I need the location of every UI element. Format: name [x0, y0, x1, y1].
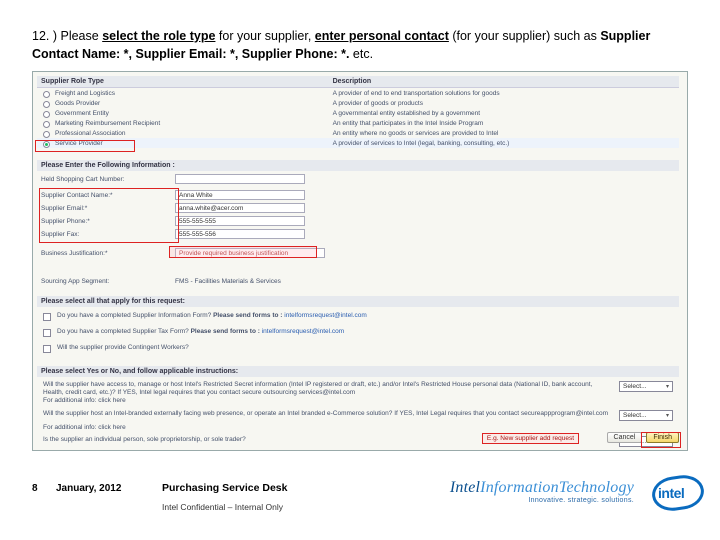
role-row[interactable]: Marketing Reimbursement RecipientAn enti… — [37, 118, 679, 128]
section-enter-info: Please Enter the Following Information : — [37, 160, 679, 171]
finish-button[interactable]: Finish — [646, 432, 679, 443]
slide-footer: 8 January, 2012 Purchasing Service Desk … — [32, 470, 704, 524]
intel-logo-icon: intel — [652, 476, 704, 510]
footer-date: January, 2012 — [56, 483, 121, 494]
held-cart-row: Held Shopping Cart Number: — [41, 174, 305, 184]
check-supplier-tax-form: Do you have a completed Supplier Tax For… — [43, 328, 647, 337]
radio-icon[interactable] — [43, 111, 50, 118]
checkbox-icon[interactable] — [43, 345, 51, 353]
section-select-apply: Please select all that apply for this re… — [37, 296, 679, 307]
radio-icon[interactable] — [43, 121, 50, 128]
check-supplier-info-form: Do you have a completed Supplier Informa… — [43, 312, 647, 321]
finish-bar: E.g. New supplier add request Cancel Fin… — [37, 428, 679, 446]
justification-row: Business Justification:*Provide required… — [41, 248, 325, 258]
supplier-email-field[interactable]: anna.white@acer.com — [175, 203, 305, 213]
role-row[interactable]: Professional AssociationAn entity where … — [37, 128, 679, 138]
col-description: Description — [333, 78, 675, 85]
yesno-r1-more[interactable]: For additional info: click here — [43, 397, 126, 404]
section-yes-no: Please select Yes or No, and follow appl… — [37, 366, 679, 377]
email-link[interactable]: intelformsrequest@intel.com — [284, 312, 366, 319]
radio-icon[interactable] — [43, 101, 50, 108]
role-type-table: Supplier Role Type Description Freight a… — [37, 76, 679, 148]
supplier-contact-field[interactable]: Anna White — [175, 190, 305, 200]
role-row[interactable]: Freight and LogisticsA provider of end t… — [37, 88, 679, 98]
role-row[interactable]: Government EntityA governmental entity e… — [37, 108, 679, 118]
supplier-phone-field[interactable]: 555-555-555 — [175, 216, 305, 226]
yesno-restricted-info: Will the supplier have access to, manage… — [43, 381, 673, 397]
radio-icon[interactable] — [43, 91, 50, 98]
yesno-web-presence: Will the supplier host an Intel-branded … — [43, 410, 673, 421]
chevron-down-icon: ▾ — [666, 412, 669, 419]
supplier-email-row: Supplier Email:*anna.white@acer.com — [41, 203, 305, 213]
checkbox-icon[interactable] — [43, 329, 51, 337]
select-dropdown[interactable]: Select...▾ — [619, 410, 673, 421]
cancel-button[interactable]: Cancel — [607, 432, 643, 443]
checkbox-icon[interactable] — [43, 313, 51, 321]
page-number: 8 — [32, 483, 38, 494]
radio-icon[interactable] — [43, 131, 50, 138]
hint-callout: E.g. New supplier add request — [482, 433, 579, 444]
role-row[interactable]: Goods ProviderA provider of goods or pro… — [37, 98, 679, 108]
step-instruction: 12. ) Please select the role type for yo… — [32, 28, 688, 63]
select-dropdown[interactable]: Select...▾ — [619, 381, 673, 392]
embedded-form-screenshot: Supplier Role Type Description Freight a… — [32, 71, 688, 451]
footer-confidential: Intel Confidential – Internal Only — [162, 502, 283, 512]
email-link[interactable]: intelformsrequest@intel.com — [262, 328, 344, 335]
supplier-fax-row: Supplier Fax:555-555-556 — [41, 229, 305, 239]
role-row-selected[interactable]: Service ProviderA provider of services t… — [37, 138, 679, 148]
radio-icon[interactable] — [43, 141, 50, 148]
sourcing-segment-row: Sourcing App Segment:FMS - Facilities Ma… — [41, 278, 281, 285]
footer-title: Purchasing Service Desk — [162, 482, 287, 494]
chevron-down-icon: ▾ — [666, 383, 669, 390]
supplier-contact-row: Supplier Contact Name:*Anna White — [41, 190, 305, 200]
supplier-phone-row: Supplier Phone:*555-555-555 — [41, 216, 305, 226]
supplier-fax-field[interactable]: 555-555-556 — [175, 229, 305, 239]
check-contingent-workers: Will the supplier provide Contingent Wor… — [43, 344, 647, 353]
brand-text: IntelInformationTechnology Innovative. s… — [450, 479, 634, 504]
col-role-type: Supplier Role Type — [41, 78, 333, 85]
held-cart-field[interactable] — [175, 174, 305, 184]
justification-field[interactable]: Provide required business justification — [175, 248, 325, 258]
